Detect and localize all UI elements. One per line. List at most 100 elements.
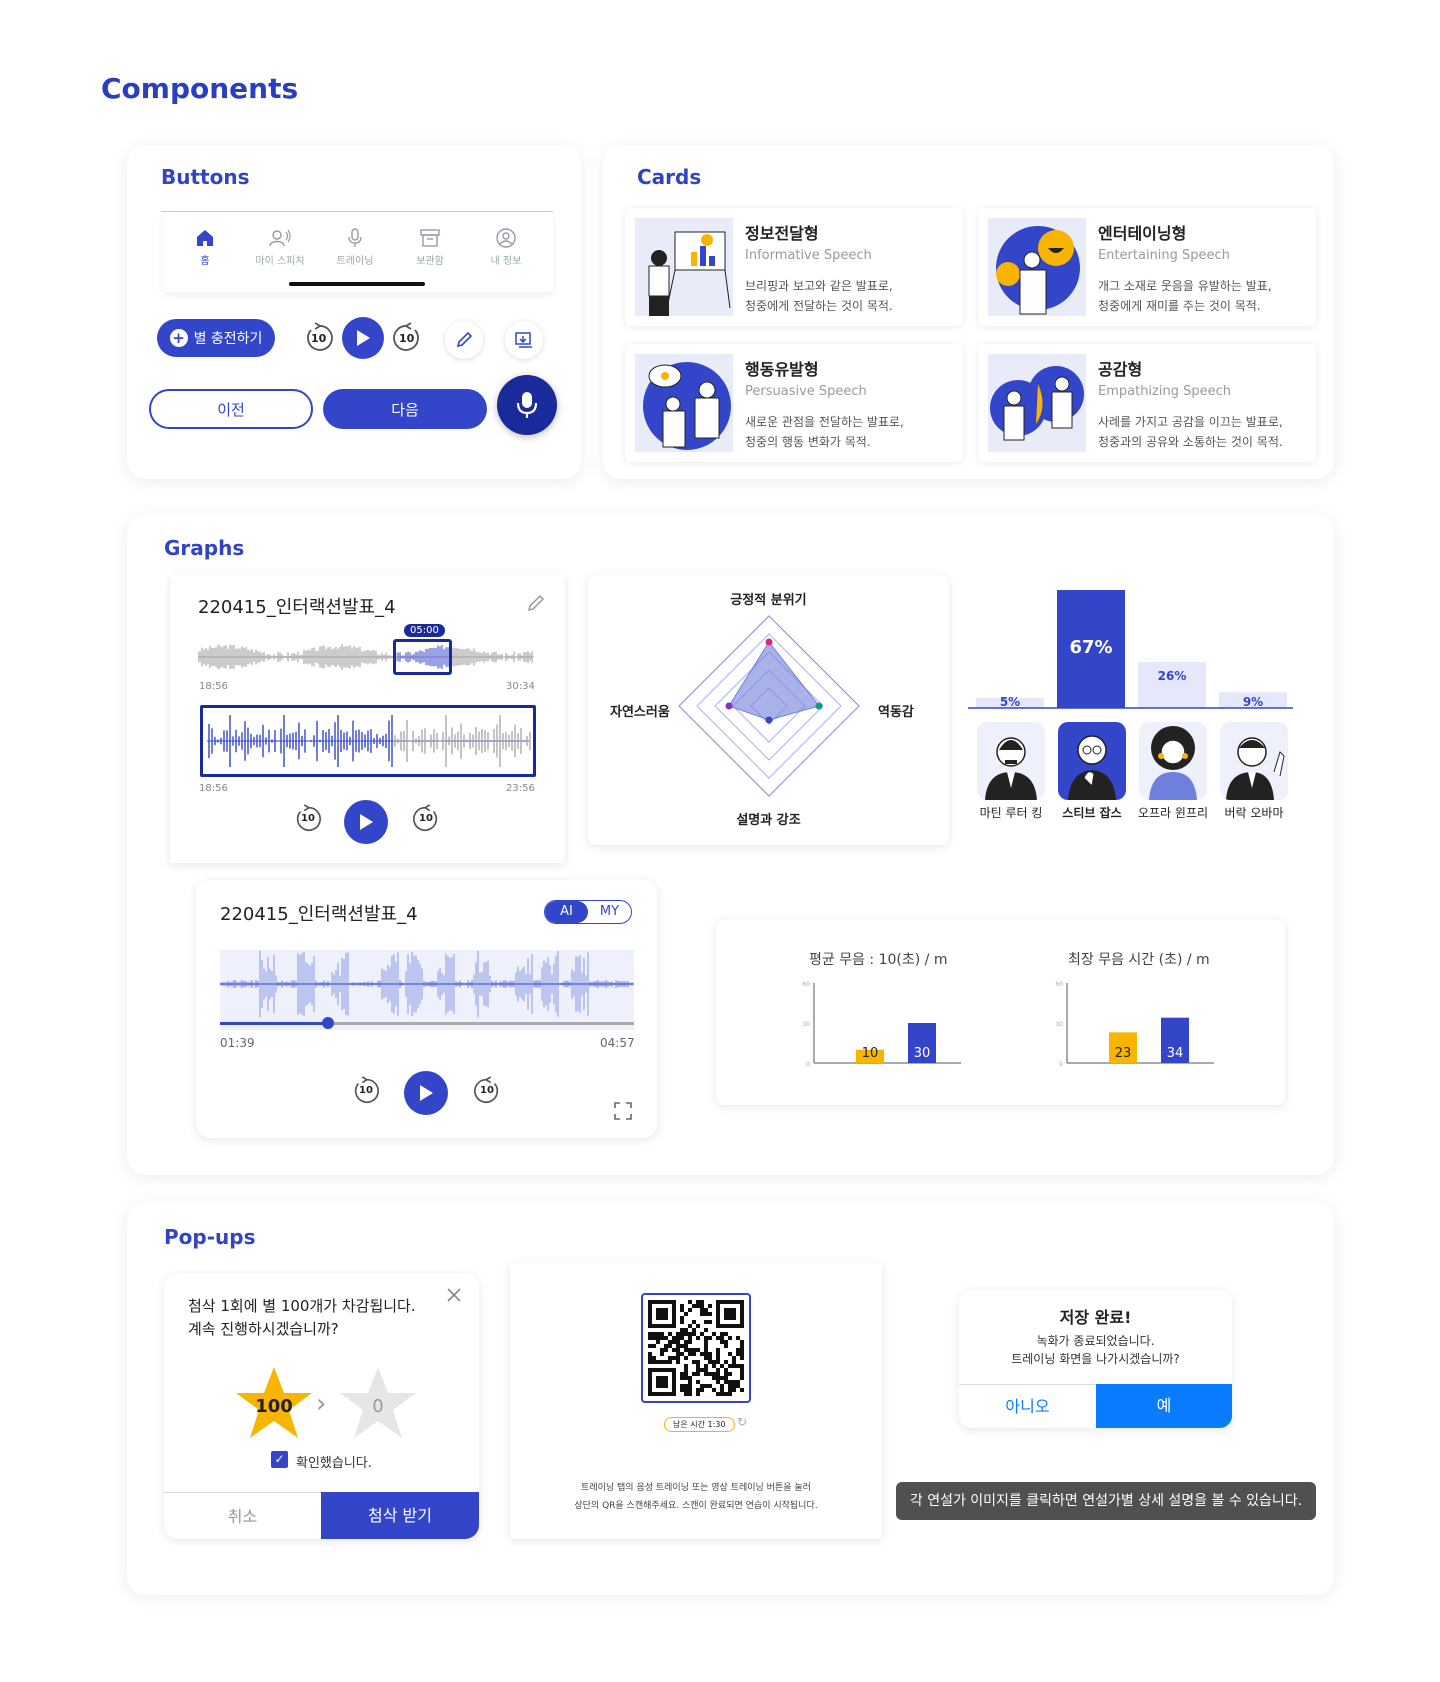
speech-type-card-persuasive[interactable]: 행동유발형 Persuasive Speech 새로운 관점을 전달하는 발표로…	[625, 344, 963, 462]
toggle-ai[interactable]: AI	[545, 901, 588, 923]
profile-icon	[496, 228, 516, 248]
chevron-right-icon: ›	[316, 1389, 327, 1419]
cards-panel: Cards 정보전달형 Informative Speech 브리핑과 보고와 …	[603, 145, 1334, 479]
fullscreen-icon[interactable]	[614, 1102, 632, 1120]
radar-chart-card: 긍정적 분위기 자연스러움 역동감 설명과 강조	[588, 575, 949, 845]
record-mic-button[interactable]	[497, 375, 557, 435]
tab-archive[interactable]: 보관함	[395, 228, 465, 267]
card-title: 엔터테이닝형	[1098, 224, 1187, 243]
skip-label: 10	[301, 813, 315, 824]
graphs-title: Graphs	[164, 536, 245, 560]
tab-profile[interactable]: 내 정보	[471, 228, 541, 267]
card-subtitle: Informative Speech	[745, 248, 872, 263]
skip-label: 10	[359, 1085, 373, 1096]
radar-label-left: 자연스러움	[610, 705, 670, 720]
skip-forward-button[interactable]: 10	[410, 803, 442, 835]
yes-button[interactable]: 예	[1096, 1384, 1232, 1428]
toggle-my[interactable]: MY	[588, 901, 631, 923]
total-time: 04:57	[600, 1036, 635, 1050]
confirm-checkbox[interactable]: ✓	[271, 1451, 288, 1468]
skip-back-button[interactable]: 10	[350, 1075, 382, 1107]
speaker-name: 버락 오바마	[1224, 806, 1284, 820]
avg-silence-chart: 60 30 0 10 30	[802, 981, 961, 1068]
card-subtitle: Entertaining Speech	[1098, 248, 1230, 263]
range-start-time: 18:56	[199, 681, 228, 692]
plus-icon: +	[169, 329, 188, 347]
persuasive-illustration	[635, 354, 733, 452]
mic-icon	[516, 392, 538, 418]
tab-home[interactable]: 홈	[170, 228, 240, 267]
qr-timer-badge: 남은 시간 1:30	[664, 1417, 735, 1432]
card-subtitle: Empathizing Speech	[1098, 384, 1231, 399]
speech-type-card-informative[interactable]: 정보전달형 Informative Speech 브리핑과 보고와 같은 발표로…	[625, 208, 963, 326]
request-edit-button[interactable]: 첨삭 받기	[321, 1492, 479, 1539]
skip-forward-button[interactable]: 10	[471, 1075, 503, 1107]
speaker-portrait-oprah[interactable]	[1139, 722, 1207, 800]
tab-label: 보관함	[416, 256, 444, 267]
radar-label-bottom: 설명과 강조	[736, 813, 801, 828]
play-icon	[357, 330, 370, 346]
tab-training[interactable]: 트레이닝	[320, 228, 390, 267]
tab-bar: 홈 마이 스피치 트레이닝 보관함 내 정보	[163, 212, 553, 292]
silence-bar-label: 30	[914, 1046, 931, 1061]
avg-silence-title: 평균 무음 : 10(초) / m	[809, 952, 948, 968]
alert-message: 녹화가 종료되었습니다. 트레이닝 화면을 나가시겠습니까?	[1011, 1334, 1180, 1366]
page-title: Components	[101, 72, 299, 105]
speaker-bar-label: 67%	[1069, 637, 1112, 658]
buttons-title: Buttons	[161, 165, 250, 189]
card-desc: 브리핑과 보고와 같은 발표로, 청중에게 전달하는 것이 목적.	[745, 279, 893, 313]
speech-type-card-entertaining[interactable]: 엔터테이닝형 Entertaining Speech 개그 소재로 웃음을 유발…	[978, 208, 1316, 326]
silence-bar-label: 23	[1115, 1046, 1132, 1061]
cards-title: Cards	[637, 165, 702, 189]
pencil-icon[interactable]	[526, 593, 546, 613]
recording-title: 220415_인터랙션발표_4	[220, 904, 418, 925]
close-icon[interactable]	[446, 1287, 462, 1303]
radar-point-dynamic	[815, 702, 823, 710]
edit-button[interactable]	[445, 321, 483, 359]
refresh-icon[interactable]: ↻	[737, 1415, 747, 1429]
zoom-start-time: 18:56	[199, 783, 228, 794]
selection-window[interactable]	[393, 639, 452, 675]
play-button[interactable]	[404, 1071, 448, 1115]
save-download-button[interactable]	[505, 321, 543, 359]
speech-type-card-empathizing[interactable]: 공감형 Empathizing Speech 사례를 가지고 공감을 이끄는 발…	[978, 344, 1316, 462]
cancel-button[interactable]: 취소	[164, 1492, 321, 1539]
save-complete-alert: 저장 완료! 녹화가 종료되었습니다. 트레이닝 화면을 나가시겠습니까? 아니오…	[959, 1290, 1232, 1428]
radar-point-natural	[725, 702, 733, 710]
play-button[interactable]	[342, 317, 384, 359]
range-end-time: 30:34	[506, 681, 535, 692]
speaker-portrait-mlk[interactable]	[977, 722, 1045, 800]
silence-bar-label: 34	[1167, 1046, 1184, 1061]
progress-thumb[interactable]	[321, 1017, 334, 1029]
skip-back-label: 10	[311, 332, 327, 345]
next-button[interactable]: 다음	[323, 389, 487, 429]
my-speech-icon	[269, 229, 291, 247]
star-from-count: 100	[255, 1396, 293, 1417]
popup-message: 첨삭 1회에 별 100개가 차감됩니다. 계속 진행하시겠습니까?	[188, 1297, 416, 1338]
radar-point-positive	[765, 638, 773, 646]
skip-forward-label: 10	[399, 332, 415, 345]
tick-label: 0	[806, 1061, 810, 1068]
skip-back-button[interactable]: 10	[292, 803, 324, 835]
no-button[interactable]: 아니오	[959, 1384, 1096, 1428]
speaker-bar-label: 9%	[1243, 695, 1263, 709]
mic-icon	[348, 228, 362, 247]
charge-stars-button[interactable]: + 별 충전하기	[157, 319, 275, 357]
card-title: 정보전달형	[745, 224, 819, 243]
tab-my-speech[interactable]: 마이 스피치	[245, 228, 315, 267]
star-to-count: 0	[372, 1396, 384, 1417]
qr-code	[641, 1293, 751, 1403]
speaker-bar-label: 5%	[1000, 695, 1020, 709]
tick-label: 60	[1055, 981, 1063, 988]
tab-label: 내 정보	[490, 256, 522, 267]
skip-back-button[interactable]: 10	[302, 321, 336, 355]
waveform-area	[219, 950, 634, 1030]
card-desc: 새로운 관점을 전달하는 발표로, 청중의 행동 변화가 목적.	[745, 415, 904, 449]
qr-instructions: 트레이닝 탭의 음성 트레이닝 또는 영상 트레이닝 버튼을 눌러 상단의 QR을…	[574, 1483, 818, 1511]
prev-button[interactable]: 이전	[149, 389, 313, 429]
skip-forward-button[interactable]: 10	[390, 321, 424, 355]
speaker-portrait-obama[interactable]	[1220, 722, 1288, 800]
play-button[interactable]	[344, 800, 388, 844]
ai-my-toggle[interactable]: AI MY	[544, 900, 632, 924]
speaker-portrait-jobs[interactable]	[1058, 722, 1126, 800]
